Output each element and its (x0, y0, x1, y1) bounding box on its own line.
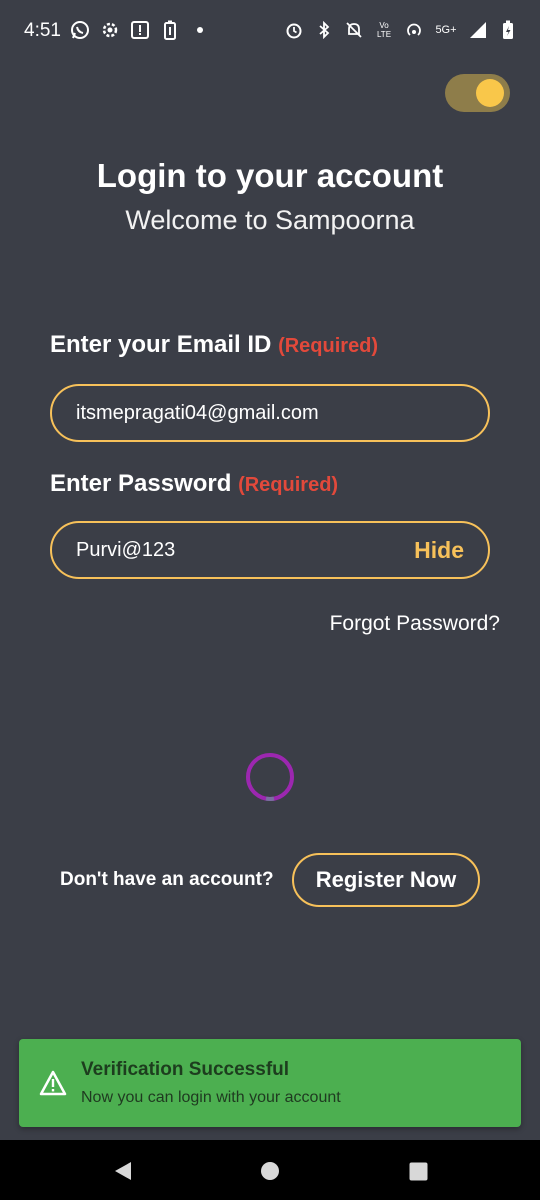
email-input[interactable] (76, 401, 464, 425)
notifications-off-icon (344, 20, 364, 40)
whatsapp-icon (70, 20, 90, 40)
email-field[interactable] (50, 384, 490, 442)
page-subtitle: Welcome to Sampoorna (125, 205, 415, 235)
warning-triangle-icon (39, 1070, 67, 1096)
register-row: Don't have an account? Register Now (0, 853, 540, 907)
back-icon[interactable] (112, 1160, 134, 1182)
email-label-text: Enter your Email ID (50, 331, 272, 358)
verification-toast: Verification Successful Now you can logi… (19, 1039, 521, 1127)
hotspot-icon (404, 20, 424, 40)
forgot-password-link[interactable]: Forgot Password? (330, 612, 500, 636)
hide-password-button[interactable]: Hide (414, 537, 464, 564)
password-label-text: Enter Password (50, 470, 232, 497)
status-bar: 4:51 Vo LTE 5G+ (0, 0, 540, 62)
settings-icon (100, 20, 120, 40)
battery-icon (498, 20, 518, 40)
status-left-icons (70, 20, 210, 40)
5g-icon: 5G+ (435, 24, 457, 36)
password-label: Enter Password (Required) (50, 470, 338, 498)
info-box-icon (130, 20, 150, 40)
theme-toggle[interactable] (445, 74, 510, 112)
system-nav-bar (0, 1140, 540, 1200)
alarm-icon (284, 20, 304, 40)
password-required-tag: (Required) (238, 474, 339, 496)
battery-saver-icon (160, 20, 180, 40)
password-field[interactable]: Hide (50, 521, 490, 579)
password-input[interactable] (76, 538, 415, 562)
theme-toggle-knob (476, 79, 504, 107)
register-prompt: Don't have an account? (60, 869, 274, 890)
loading-spinner (245, 752, 295, 802)
page-title: Login to your account (96, 157, 444, 194)
home-icon[interactable] (259, 1160, 281, 1182)
status-right-icons: Vo LTE 5G+ (284, 20, 518, 40)
email-required-tag: (Required) (278, 335, 379, 357)
toast-title: Verification Successful (81, 1059, 290, 1080)
recents-icon[interactable] (407, 1160, 429, 1182)
status-time: 4:51 (24, 20, 61, 41)
volte-icon: Vo LTE (376, 21, 392, 39)
register-now-button[interactable]: Register Now (292, 853, 480, 907)
bluetooth-icon (314, 20, 334, 40)
email-label: Enter your Email ID (Required) (50, 331, 378, 359)
signal-icon (468, 20, 488, 40)
dot-icon (190, 20, 210, 40)
toast-message: Now you can login with your account (81, 1089, 341, 1106)
